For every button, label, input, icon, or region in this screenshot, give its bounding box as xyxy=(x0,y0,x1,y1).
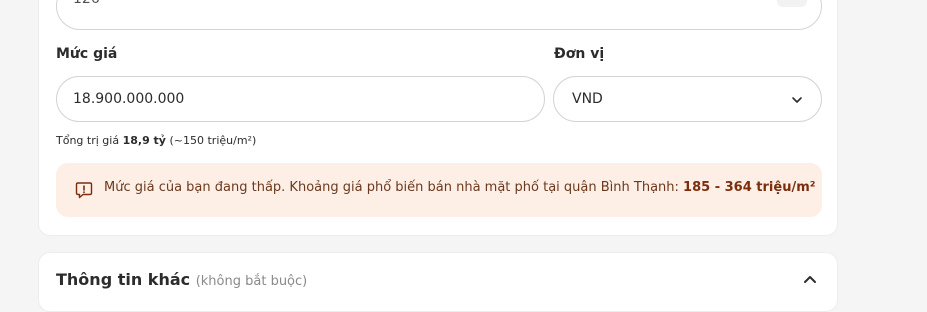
warning-text: Mức giá của bạn đang thấp. Khoảng giá ph… xyxy=(104,180,815,195)
other-info-header[interactable]: Thông tin khác (không bắt buộc) xyxy=(56,270,307,289)
price-input[interactable]: 18.900.000.000 xyxy=(56,76,545,122)
total-amount: 18,9 tỷ xyxy=(122,134,166,147)
area-unit-badge: m² xyxy=(777,0,807,7)
chevron-down-icon xyxy=(792,97,802,103)
unit-selected-value: VND xyxy=(572,91,603,107)
chevron-up-icon[interactable] xyxy=(802,273,818,285)
other-info-subtitle: (không bắt buộc) xyxy=(195,274,308,289)
warning-price-range: 185 - 364 triệu/m² xyxy=(683,180,816,195)
low-price-warning: Mức giá của bạn đang thấp. Khoảng giá ph… xyxy=(56,163,822,217)
total-value-text: Tổng trị giá 18,9 tỷ (~150 triệu/m²) xyxy=(56,134,256,147)
unit-select[interactable]: VND xyxy=(553,76,822,122)
unit-label: Đơn vị xyxy=(554,46,605,62)
total-prefix: Tổng trị giá xyxy=(56,134,120,147)
area-value: 126 xyxy=(73,0,100,7)
price-value: 18.900.000.000 xyxy=(73,91,185,107)
other-info-title: Thông tin khác xyxy=(56,270,191,289)
price-per-m2: (~150 triệu/m²) xyxy=(169,134,257,147)
area-input[interactable]: 126 m² xyxy=(56,0,822,30)
warning-message: Mức giá của bạn đang thấp. Khoảng giá ph… xyxy=(104,180,679,195)
alert-icon xyxy=(75,182,93,199)
price-label: Mức giá xyxy=(56,46,118,62)
